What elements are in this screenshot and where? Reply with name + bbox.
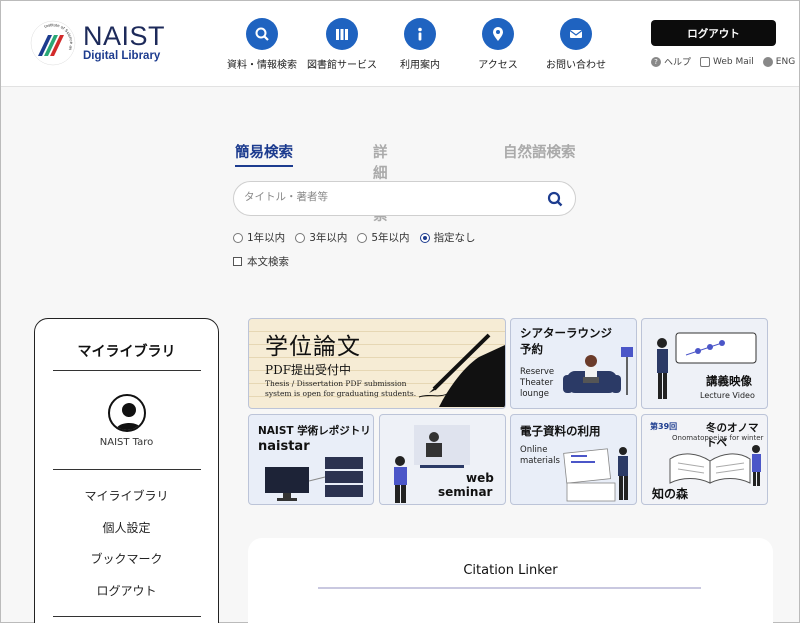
logout-button[interactable]: ログアウト bbox=[651, 20, 776, 46]
avatar bbox=[108, 394, 146, 432]
mail-icon bbox=[560, 18, 592, 50]
help-icon: ? bbox=[651, 56, 661, 67]
tab-natural-language-search[interactable]: 自然語検索 bbox=[503, 141, 576, 162]
lounge-chair-icon bbox=[563, 347, 633, 395]
radio-icon bbox=[295, 232, 306, 243]
menu-my-library[interactable]: マイライブラリ bbox=[35, 489, 218, 521]
nav-label: 資料・情報検索 bbox=[227, 60, 297, 71]
nav-services[interactable]: 図書館サービス bbox=[303, 18, 381, 71]
banner-web-seminar[interactable]: web seminar bbox=[379, 414, 506, 505]
server-computer-icon bbox=[265, 457, 363, 501]
divider bbox=[53, 370, 201, 371]
banner-electronic-materials[interactable]: 電子資料の利用 Online materials bbox=[510, 414, 637, 505]
search-box bbox=[233, 181, 576, 216]
naist-logo[interactable]: Institute of Science and Technology NAIS… bbox=[27, 15, 166, 67]
pen-hand-icon bbox=[418, 333, 505, 407]
radio-icon bbox=[233, 232, 243, 243]
logo-subtitle: Digital Library bbox=[83, 50, 161, 62]
period-unspecified[interactable]: 指定なし bbox=[419, 230, 476, 245]
tab-simple-search[interactable]: 簡易検索 bbox=[235, 141, 293, 167]
mail-icon bbox=[700, 56, 711, 67]
period-filter: 1年以内 3年以内 5年以内 指定なし bbox=[233, 230, 486, 245]
open-book-icon bbox=[669, 445, 761, 486]
period-1year[interactable]: 1年以内 bbox=[233, 230, 285, 245]
logo-title: NAIST bbox=[83, 21, 166, 51]
search-icon bbox=[246, 18, 278, 50]
period-3years[interactable]: 3年以内 bbox=[295, 230, 347, 245]
banner-subtitle: PDF提出受付中 bbox=[265, 363, 352, 377]
logo-emblem-icon: Institute of Science and Technology NAIS… bbox=[27, 15, 77, 67]
globe-icon bbox=[762, 56, 773, 67]
divider bbox=[318, 587, 701, 589]
period-5years[interactable]: 5年以内 bbox=[357, 230, 410, 245]
site-header: Institute of Science and Technology NAIS… bbox=[1, 1, 799, 87]
help-link[interactable]: ? ヘルプ bbox=[651, 55, 691, 68]
banner-thesis[interactable]: 学位論文 PDF提出受付中 Thesis / Dissertation PDF … bbox=[248, 318, 506, 409]
user-icon bbox=[115, 403, 143, 430]
webmail-link[interactable]: Web Mail bbox=[700, 55, 754, 68]
main-nav: 資料・情報検索 図書館サービス 利用案内 アクセス お問い合わせ bbox=[223, 18, 615, 71]
fulltext-search-checkbox[interactable]: 本文検索 bbox=[233, 254, 289, 269]
my-library-panel: マイライブラリ NAIST Taro マイライブラリ 個人設定 ブックマーク ロ… bbox=[34, 318, 219, 623]
divider bbox=[53, 616, 201, 617]
nav-access[interactable]: アクセス bbox=[459, 18, 537, 71]
search-input[interactable] bbox=[244, 191, 534, 203]
nav-label: 図書館サービス bbox=[307, 60, 377, 71]
search-tabs: 簡易検索 詳細検索 自然語検索 bbox=[235, 141, 576, 224]
banner-title: 学位論文 bbox=[265, 334, 361, 360]
my-library-title: マイライブラリ bbox=[77, 344, 176, 360]
username: NAIST Taro bbox=[99, 437, 154, 448]
nav-guide[interactable]: 利用案内 bbox=[381, 18, 459, 71]
nav-label: アクセス bbox=[478, 60, 518, 71]
radio-selected-icon bbox=[419, 232, 430, 243]
divider bbox=[53, 469, 201, 470]
banner-onomatopoeia[interactable]: 第39回 冬のオノマトペ Onomatopoeias for winter 知の… bbox=[641, 414, 768, 505]
nav-label: お問い合わせ bbox=[546, 60, 606, 71]
menu-logout[interactable]: ログアウト bbox=[35, 584, 218, 616]
nav-search[interactable]: 資料・情報検索 bbox=[223, 18, 301, 71]
language-link[interactable]: ENG bbox=[762, 55, 795, 68]
menu-bookmarks[interactable]: ブックマーク bbox=[35, 552, 218, 584]
online-materials-icon bbox=[563, 447, 628, 502]
books-icon bbox=[326, 18, 358, 50]
banner-lecture-video[interactable]: 講義映像 Lecture Video bbox=[641, 318, 768, 409]
checkbox-icon bbox=[233, 257, 242, 266]
nav-contact[interactable]: お問い合わせ bbox=[537, 18, 615, 71]
info-icon bbox=[404, 18, 436, 50]
my-library-menu: マイライブラリ 個人設定 ブックマーク ログアウト bbox=[35, 489, 218, 615]
menu-settings[interactable]: 個人設定 bbox=[35, 521, 218, 553]
utility-links: ? ヘルプ Web Mail ENG bbox=[651, 55, 795, 68]
banner-theater-lounge[interactable]: シアターラウンジ 予約 Reserve Theater lounge bbox=[510, 318, 637, 409]
map-pin-icon bbox=[482, 18, 514, 50]
search-icon[interactable] bbox=[547, 191, 563, 207]
banner-naistar[interactable]: NAIST 学術レポジトリ naistar bbox=[248, 414, 374, 505]
citation-linker-panel: Citation Linker bbox=[248, 538, 773, 623]
citation-linker-title: Citation Linker bbox=[463, 563, 558, 578]
radio-icon bbox=[357, 232, 368, 243]
nav-label: 利用案内 bbox=[400, 60, 440, 71]
